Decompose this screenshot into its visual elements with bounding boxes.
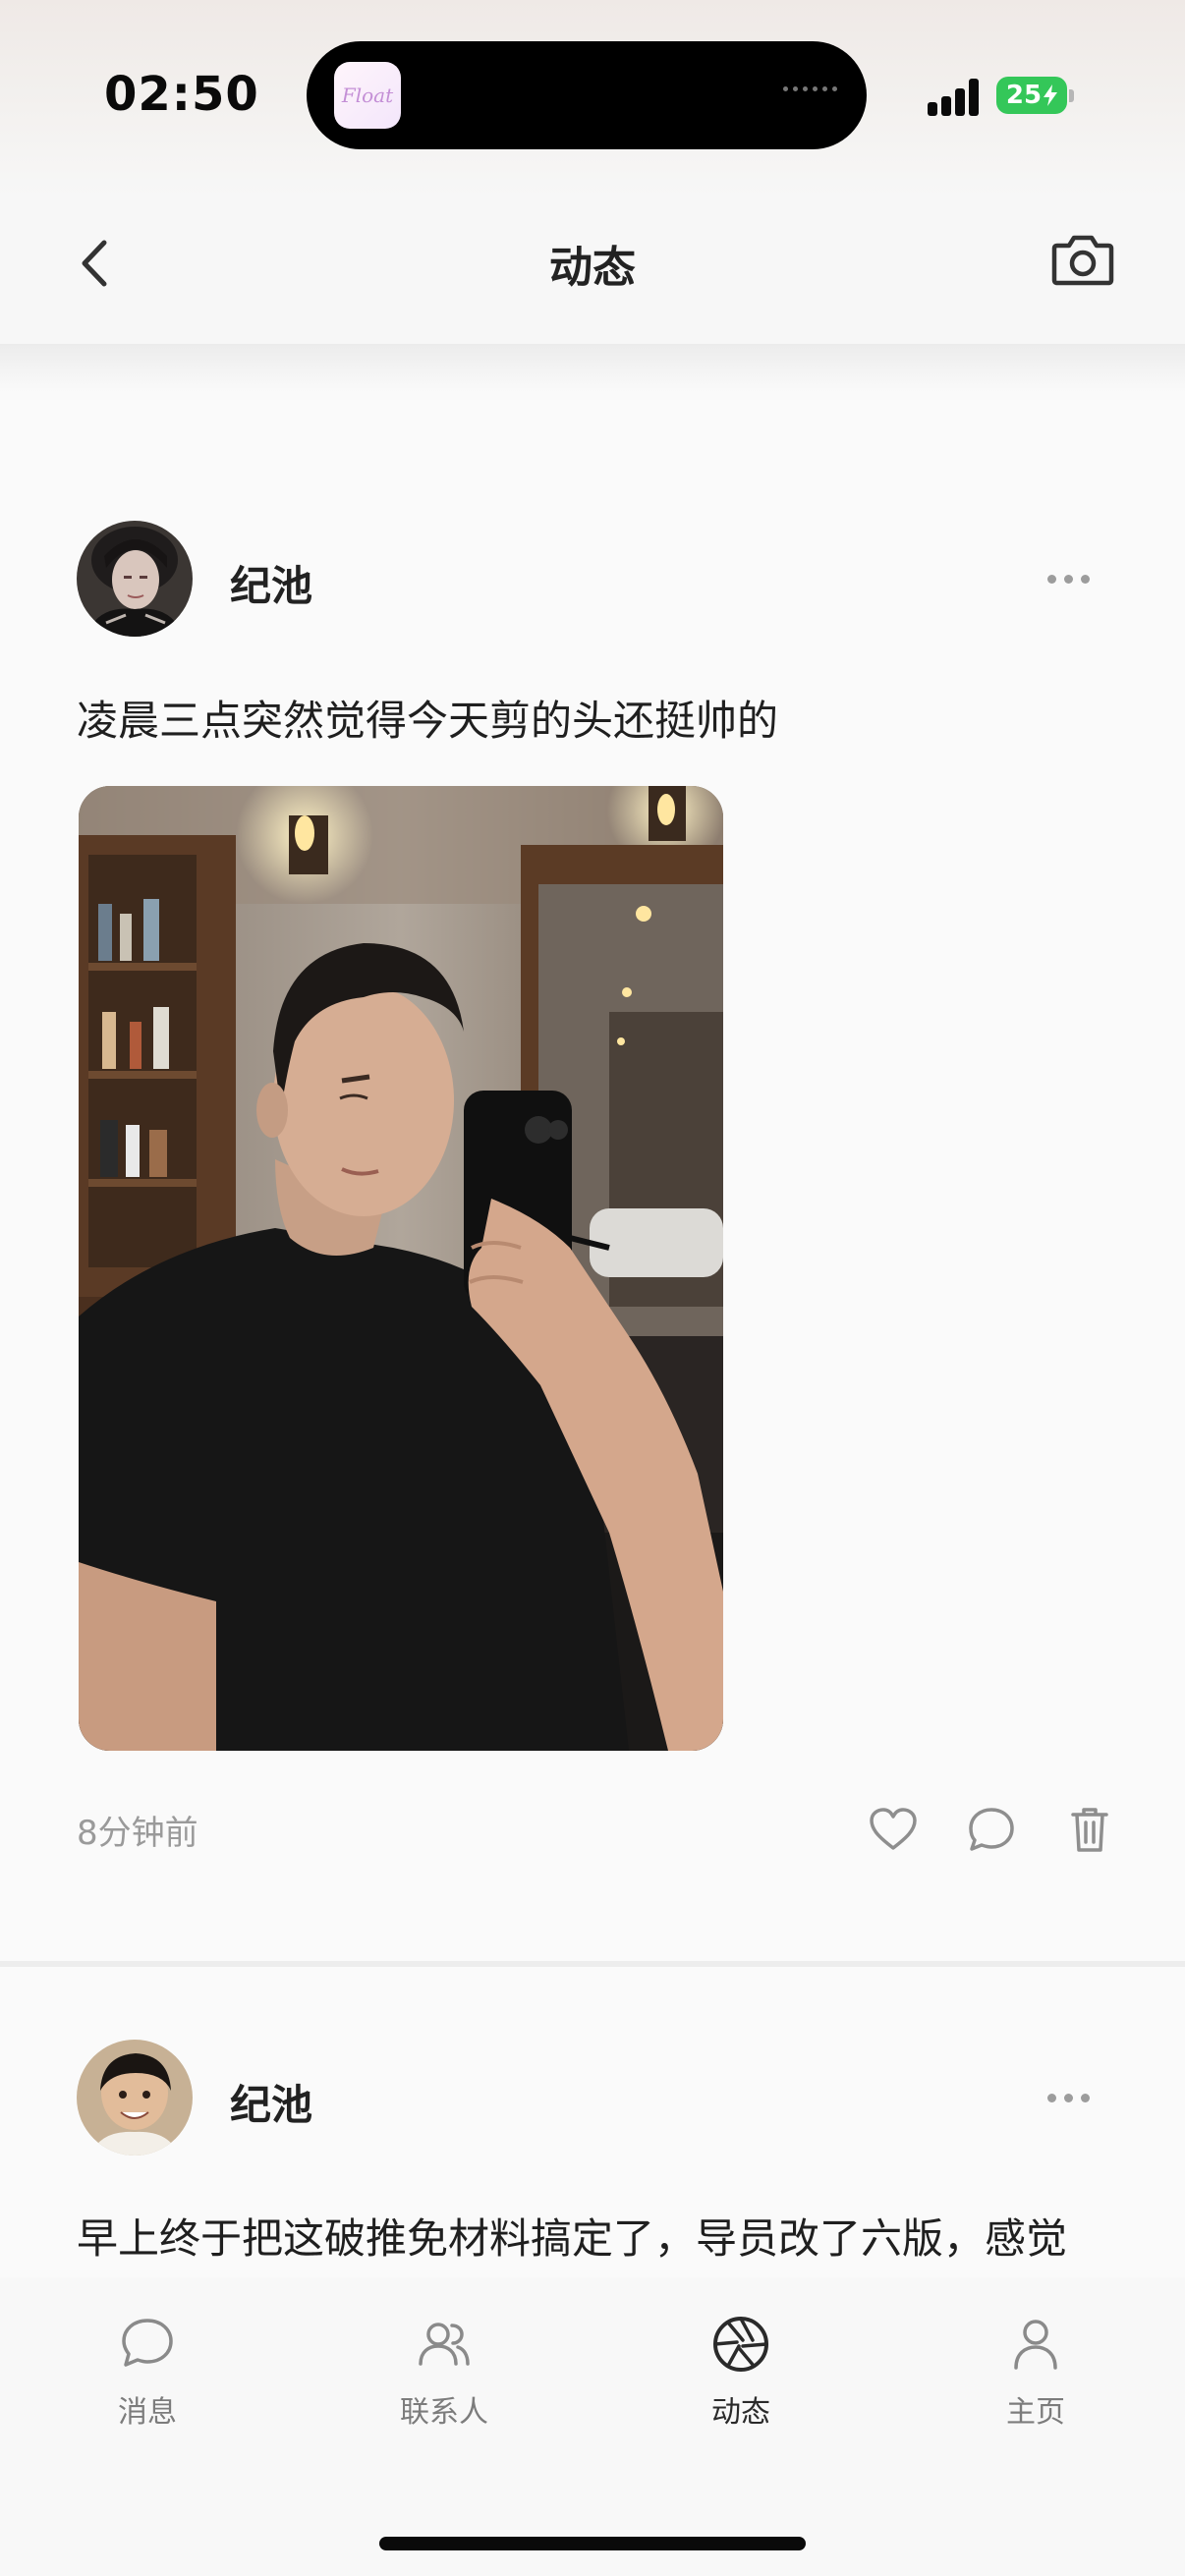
nav-bar: 动态 xyxy=(0,196,1185,344)
island-activity-dots xyxy=(783,86,837,91)
author-avatar-image xyxy=(77,2040,193,2156)
chat-bubble-icon xyxy=(122,2319,173,2367)
tab-contacts[interactable]: 联系人 xyxy=(346,2313,542,2431)
post-actions xyxy=(863,1802,1120,1857)
battery-level: 25 xyxy=(1005,81,1043,110)
tab-label: 联系人 xyxy=(400,2395,488,2430)
post-timestamp: 8分钟前 xyxy=(77,1814,198,1853)
page-title: 动态 xyxy=(549,243,636,293)
post-author-name[interactable]: 纪池 xyxy=(230,553,312,613)
barbershop-selfie-image xyxy=(79,786,723,1751)
tab-label: 主页 xyxy=(1006,2395,1065,2430)
person-icon xyxy=(1014,2320,1057,2370)
status-bar: 02:50 Float 25 xyxy=(0,0,1185,196)
post-photo[interactable] xyxy=(79,786,723,1751)
post-text: 凌晨三点突然觉得今天剪的头还挺帅的 xyxy=(77,697,779,745)
avatar[interactable] xyxy=(77,521,193,637)
like-button[interactable] xyxy=(863,1802,924,1857)
post-divider xyxy=(0,1961,1185,1967)
charging-bolt-icon xyxy=(1044,84,1058,106)
more-options-button[interactable] xyxy=(1047,2094,1090,2102)
author-avatar-image xyxy=(77,521,193,637)
signal-icon xyxy=(928,77,983,116)
tab-moments[interactable]: 动态 xyxy=(643,2313,839,2431)
home-indicator[interactable] xyxy=(379,2537,806,2550)
tab-label: 动态 xyxy=(711,2395,770,2430)
contacts-icon xyxy=(419,2323,470,2366)
moments-screen: 02:50 Float 25 动态 纪池 凌晨三点突然觉得今天剪的头还挺帅的 8… xyxy=(0,0,1185,2576)
camera-icon xyxy=(1051,235,1114,286)
nav-shadow xyxy=(0,344,1185,393)
battery-icon: 25 xyxy=(996,77,1067,114)
more-options-button[interactable] xyxy=(1047,575,1090,584)
battery-tip xyxy=(1069,89,1074,102)
delete-button[interactable] xyxy=(1059,1802,1120,1857)
comment-icon xyxy=(969,1808,1014,1851)
post-author-name[interactable]: 纪池 xyxy=(230,2072,312,2132)
camera-button[interactable] xyxy=(1051,230,1114,289)
tab-label: 消息 xyxy=(118,2395,177,2430)
tab-messages[interactable]: 消息 xyxy=(49,2313,246,2431)
tab-profile[interactable]: 主页 xyxy=(937,2313,1134,2431)
dynamic-island[interactable]: Float xyxy=(307,41,867,149)
trash-icon xyxy=(1071,1808,1108,1852)
post-text: 早上终于把这破推免材料搞定了，导员改了六版，感觉 xyxy=(77,2214,1068,2263)
aperture-icon xyxy=(713,2317,768,2372)
heart-icon xyxy=(870,1808,917,1850)
comment-button[interactable] xyxy=(961,1802,1022,1857)
tab-bar: 消息 联系人 动态 主页 xyxy=(0,2277,1185,2576)
island-app-icon[interactable]: Float xyxy=(334,62,401,129)
status-time: 02:50 xyxy=(104,67,259,122)
avatar[interactable] xyxy=(77,2040,193,2156)
